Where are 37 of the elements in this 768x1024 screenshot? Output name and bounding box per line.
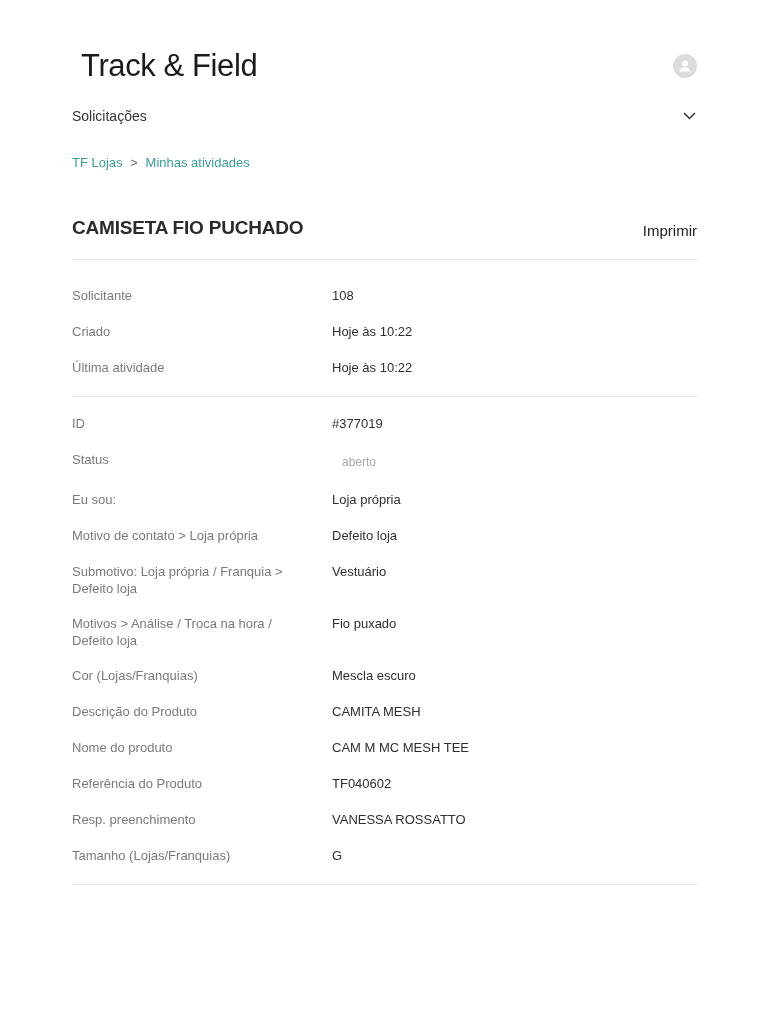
- field-label: Descrição do Produto: [72, 703, 198, 720]
- breadcrumb-separator: >: [130, 155, 138, 171]
- field-label: Eu sou:: [72, 491, 118, 508]
- field-value: TF040602: [332, 775, 392, 793]
- field-value: Hoje às 10:22: [332, 359, 413, 377]
- field-value: Defeito loja: [332, 527, 398, 545]
- field-value: #377019: [332, 415, 383, 433]
- field-value: Vestuário: [332, 563, 387, 581]
- field-value: 108: [332, 287, 354, 305]
- field-value: Fio puxado: [332, 615, 397, 633]
- brand-logo[interactable]: Track & Field: [81, 46, 258, 86]
- status-text: aberto: [342, 454, 377, 471]
- field-label: Criado: [72, 323, 112, 340]
- field-value: Hoje às 10:22: [332, 323, 413, 341]
- field-label: Resp. preenchimento: [72, 811, 197, 828]
- field-label: Última atividade: [72, 359, 166, 376]
- field-value: Loja própria: [332, 491, 401, 509]
- field-label: Status: [72, 451, 110, 468]
- field-label: Nome do produto: [72, 739, 174, 756]
- field-value: VANESSA ROSSATTO: [332, 811, 466, 829]
- breadcrumb-link[interactable]: Minhas atividades: [145, 155, 250, 171]
- field-value: CAMITA MESH: [332, 703, 421, 721]
- requests-menu[interactable]: Solicitações: [72, 106, 147, 126]
- field-label: Tamanho (Lojas/Franquias): [72, 847, 232, 864]
- field-value: CAM M MC MESH TEE: [332, 739, 469, 757]
- field-value: G: [332, 847, 343, 865]
- chevron-down-icon[interactable]: [683, 112, 696, 120]
- field-label: Referência do Produto: [72, 775, 204, 792]
- print-link[interactable]: Imprimir: [642, 221, 697, 241]
- field-label: Submotivo: Loja própria / Franquia > Defeito loja: [72, 563, 284, 597]
- field-label: Solicitante: [72, 287, 133, 304]
- request-title: CAMISETA FIO PUCHADO: [72, 216, 304, 240]
- field-label: Cor (Lojas/Franquias): [72, 667, 199, 684]
- field-label: ID: [72, 415, 86, 432]
- field-label: Motivos > Análise / Troca na hora / Defeito loja: [72, 615, 273, 649]
- field-value: Mescla escuro: [332, 667, 416, 685]
- field-label: Motivo de contato > Loja própria: [72, 527, 260, 544]
